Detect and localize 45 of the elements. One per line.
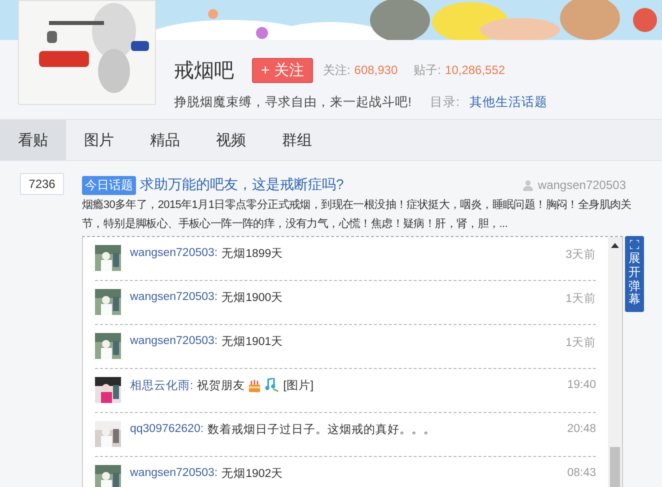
comment-username[interactable]: 相思云化雨:	[130, 378, 194, 392]
comment-text: 无烟1902天	[222, 466, 284, 480]
forum-slogan: 挣脱烟魔束缚，寻求自由，来一起战斗吧!	[174, 94, 412, 110]
stat-value: 10,286,552	[445, 63, 506, 77]
comment-time: 3天前	[566, 248, 596, 262]
stat-label: 关注:	[322, 62, 350, 78]
music-note-icon	[264, 378, 280, 392]
comment-username[interactable]: wangsen720503:	[130, 291, 218, 303]
expand-danmaku-button[interactable]: 展开弹幕	[625, 236, 644, 312]
post-excerpt: 烟瘾30多年了，2015年1月1日零点零分正式戒烟，到现在一根没抽！症状挺大，咽炎，睡眠问题！胸闷！全身肌肉关节，特别是脚板心、手板心一阵一阵的痒，没有力气，心慌！焦虑！疑病！肝，肾，胆，...	[82, 198, 632, 232]
post-title[interactable]: 求助万能的吧友，这是戒断症吗?	[140, 176, 344, 194]
scroll-up-icon[interactable]	[611, 243, 619, 248]
comment-username[interactable]: wangsen720503:	[130, 467, 218, 479]
tab[interactable]: 看贴	[0, 120, 66, 160]
comment-username[interactable]: qq309762620:	[130, 423, 204, 435]
scrollbar[interactable]	[608, 237, 622, 487]
comment-time: 1天前	[566, 292, 596, 306]
tab[interactable]: 视频	[198, 120, 264, 160]
tab[interactable]: 群组	[264, 120, 330, 160]
directory-link[interactable]: 其他生活话题	[469, 94, 548, 110]
user-icon	[522, 180, 533, 190]
comment-username[interactable]: wangsen720503:	[130, 247, 218, 259]
scrollbar-thumb[interactable]	[610, 447, 620, 487]
comment-text: 数着戒烟日子过日子。这烟戒的真好。。。	[208, 422, 436, 436]
topic-badge: 今日话题	[82, 176, 136, 194]
forum-name: 戒烟吧	[174, 58, 234, 84]
image-attachment: [图片]	[283, 378, 314, 392]
comment-text: 无烟1899天	[222, 246, 284, 260]
comment-text: 无烟1900天	[222, 290, 284, 304]
comment-text: 祝贺朋友	[197, 378, 246, 392]
comment-time: 1天前	[566, 336, 596, 350]
expand-icon	[630, 240, 639, 249]
stat-value: 608,930	[354, 63, 398, 77]
comment-time: 19:40	[567, 379, 596, 391]
cake-icon	[247, 378, 262, 392]
directory-label: 目录:	[430, 94, 460, 110]
comment-username[interactable]: wangsen720503:	[130, 335, 218, 347]
stat-label: 贴子:	[414, 62, 442, 78]
tab[interactable]: 图片	[66, 120, 132, 160]
comment-time: 20:48	[567, 423, 596, 435]
reply-count: 7236	[20, 173, 64, 195]
comment-text: 无烟1901天	[222, 334, 284, 348]
comment-time: 08:43	[567, 467, 596, 479]
follow-button[interactable]: + 关注	[252, 58, 313, 82]
tab[interactable]: 精品	[132, 120, 198, 160]
